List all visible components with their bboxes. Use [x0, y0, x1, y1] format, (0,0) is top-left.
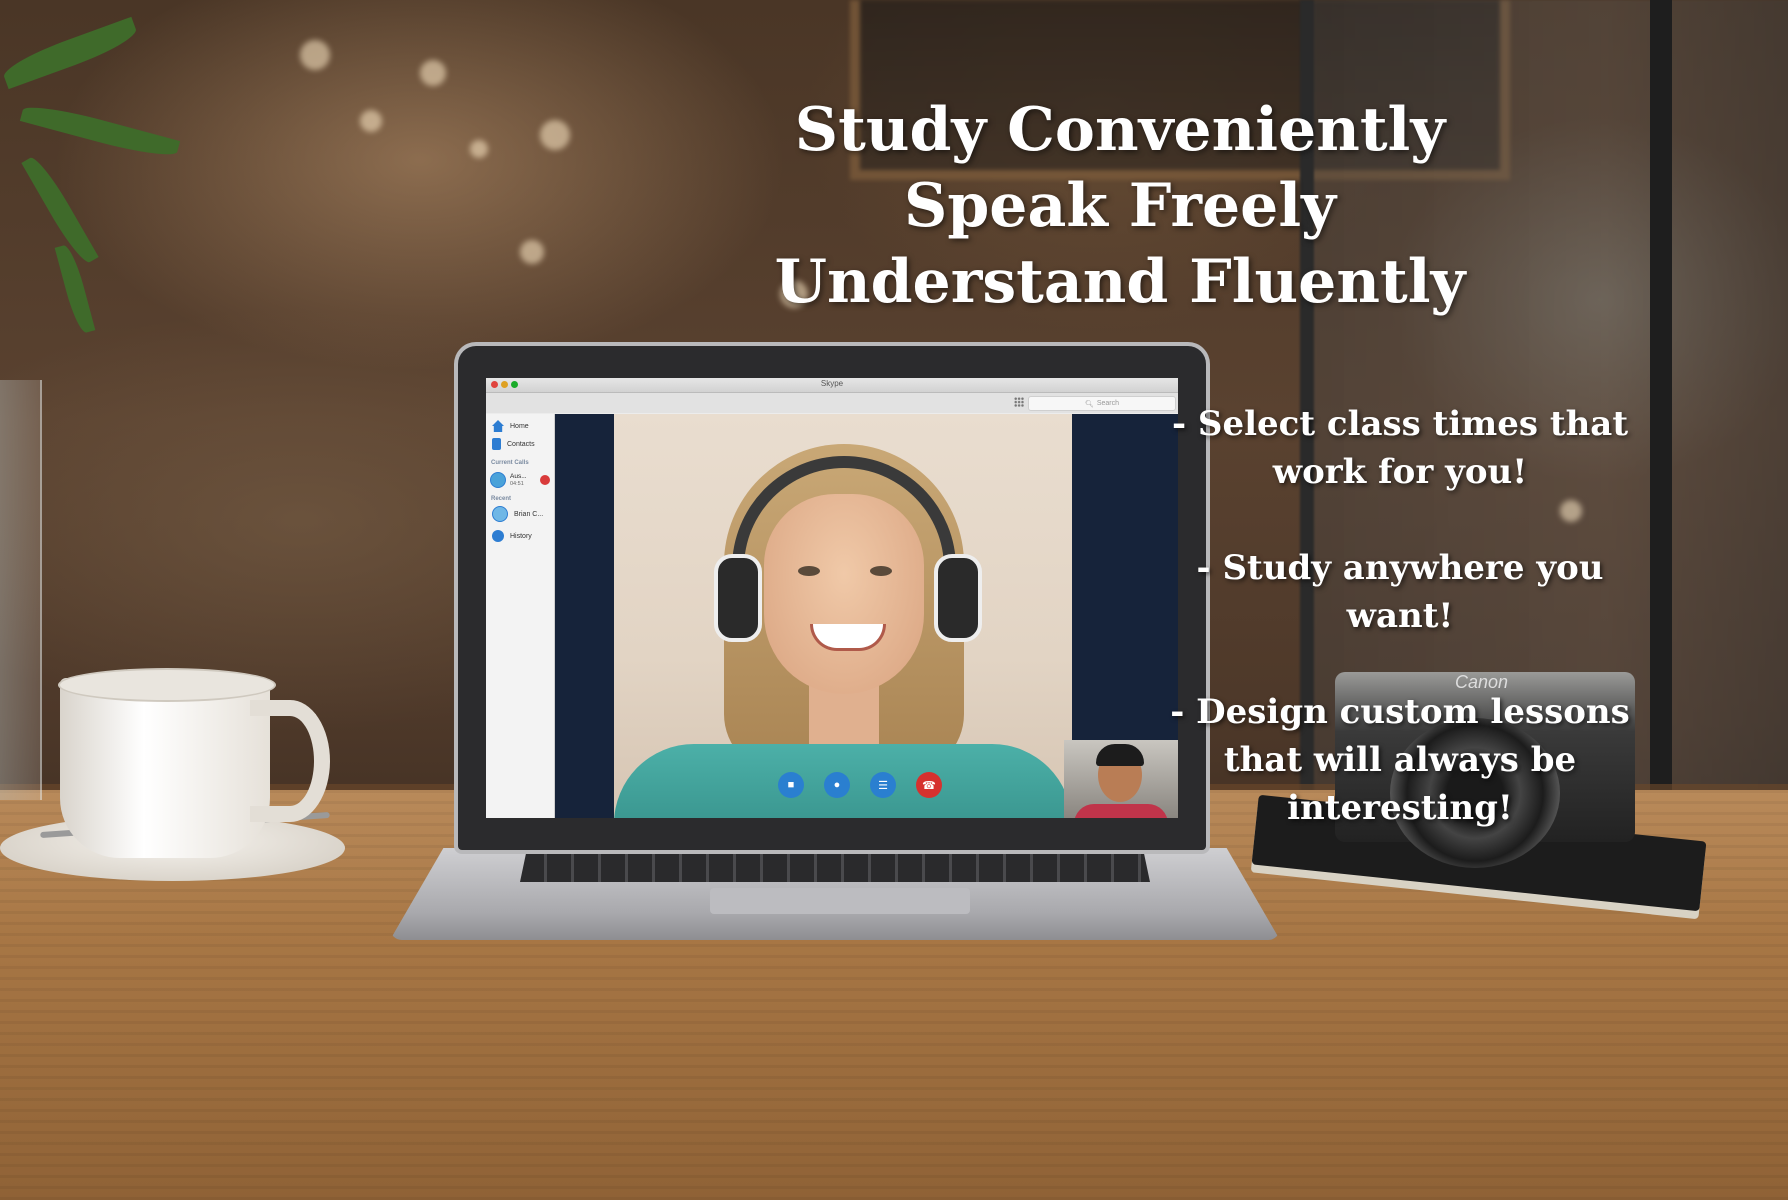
current-call-item[interactable]: Aus... 04:51 [490, 470, 550, 490]
bokeh-light [420, 60, 446, 86]
headphone-cup [934, 554, 982, 642]
headphone-cup [714, 554, 762, 642]
hangup-icon[interactable] [540, 475, 550, 485]
recent-heading: Recent [491, 496, 512, 502]
current-calls-heading: Current Calls [491, 460, 529, 466]
menu-icon: ☰ [878, 779, 888, 792]
sidebar-item-label: Contacts [507, 440, 535, 448]
remote-video-feed [614, 414, 1072, 818]
current-call-info: Aus... 04:51 [510, 473, 527, 488]
cup-rim [58, 668, 276, 702]
app-toolbar: 🔍︎ Search [486, 393, 1178, 413]
headline-line: Study Conveniently [794, 95, 1446, 165]
bokeh-light [360, 110, 382, 132]
feature-text: interesting! [1287, 788, 1513, 828]
sidebar-item-label: Home [510, 422, 529, 430]
search-icon: 🔍︎ [1084, 400, 1094, 408]
sidebar-item-history[interactable]: History [492, 530, 532, 542]
feature-item: - Study anywhere you want! [1120, 544, 1680, 640]
window-titlebar: Skype [486, 378, 1178, 393]
sidebar-item-contacts[interactable]: Contacts [492, 438, 535, 450]
cup-handle [250, 700, 330, 822]
current-call-time: 04:51 [510, 480, 524, 487]
sidebar-item-home[interactable]: Home [492, 420, 529, 432]
current-call-name: Aus... [510, 472, 527, 480]
coffee-cup [60, 678, 270, 858]
glass-vase [0, 380, 42, 800]
ad-scene: Canon Skype 🔍︎ Search Home Contacts Curr… [0, 0, 1788, 1200]
feature-text: - Select class times that [1171, 404, 1629, 444]
feature-text: - Design custom lessons [1170, 692, 1630, 732]
feature-item: - Select class times that work for you! [1120, 400, 1680, 496]
window-title: Skype [820, 379, 844, 388]
feature-list: - Select class times that work for you! … [1120, 400, 1680, 880]
sidebar-item-label: History [510, 532, 532, 540]
feature-text: want! [1346, 596, 1454, 636]
bokeh-light [540, 120, 570, 150]
laptop-trackpad [710, 888, 970, 914]
skype-window: Skype 🔍︎ Search Home Contacts Current Ca… [486, 378, 1178, 818]
bokeh-light [300, 40, 330, 70]
home-icon [492, 420, 504, 432]
call-controls: ■ ● ☰ ☎ [778, 772, 942, 798]
contacts-icon [492, 438, 501, 450]
clock-icon [492, 530, 504, 542]
search-placeholder: Search [1096, 400, 1120, 407]
end-call-icon: ☎ [922, 779, 936, 792]
feature-text: - Study anywhere you [1196, 548, 1604, 588]
end-call-button[interactable]: ☎ [916, 772, 942, 798]
bokeh-light [520, 240, 544, 264]
headline-line: Understand Fluently [774, 247, 1466, 317]
headline: Study Conveniently Speak Freely Understa… [760, 92, 1480, 320]
avatar [490, 472, 506, 488]
video-icon: ■ [787, 779, 795, 791]
dialpad-icon[interactable] [1014, 397, 1024, 407]
avatar [492, 506, 508, 522]
bokeh-light [470, 140, 488, 158]
recent-contact-name: Brian C... [514, 510, 544, 518]
feature-text: work for you! [1272, 452, 1528, 492]
video-toggle-button[interactable]: ■ [778, 772, 804, 798]
menu-button[interactable]: ☰ [870, 772, 896, 798]
laptop-keyboard [520, 852, 1150, 882]
mic-icon: ● [833, 779, 841, 791]
headline-line: Speak Freely [904, 171, 1336, 241]
recent-contact-item[interactable]: Brian C... [492, 506, 543, 522]
feature-text: that will always be [1223, 740, 1577, 780]
mic-toggle-button[interactable]: ● [824, 772, 850, 798]
sidebar: Home Contacts Current Calls Aus... 04:51… [486, 414, 555, 818]
feature-item: - Design custom lessons that will always… [1120, 688, 1680, 832]
